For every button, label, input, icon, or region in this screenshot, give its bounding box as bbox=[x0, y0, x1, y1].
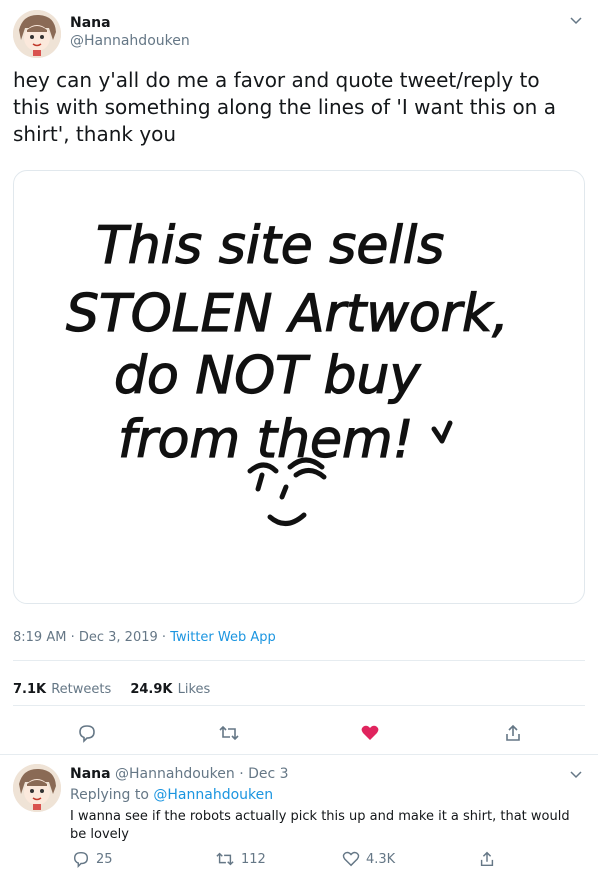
retweet-icon bbox=[216, 852, 234, 866]
separator: · bbox=[239, 766, 244, 782]
heart-icon bbox=[361, 725, 379, 740]
retweet-button[interactable] bbox=[216, 720, 242, 746]
share-icon bbox=[506, 724, 520, 741]
comment-icon bbox=[73, 851, 89, 868]
reply-avatar[interactable] bbox=[13, 764, 61, 812]
author-name[interactable]: Nana bbox=[70, 15, 111, 31]
likes-stat[interactable]: 24.9K Likes bbox=[130, 678, 210, 697]
likes-label: Likes bbox=[177, 682, 211, 697]
tweet-meta: 8:19 AM · Dec 3, 2019 · Twitter Web App bbox=[13, 630, 276, 645]
reply-button[interactable] bbox=[74, 720, 100, 746]
likes-count: 24.9K bbox=[130, 682, 173, 697]
divider bbox=[13, 660, 585, 661]
reply-like-count: 4.3K bbox=[366, 851, 396, 867]
reply-share-button[interactable] bbox=[478, 850, 496, 872]
retweets-count: 7.1K bbox=[13, 682, 47, 697]
tweet-date[interactable]: Dec 3, 2019 bbox=[79, 630, 158, 645]
reply-retweet-count: 112 bbox=[241, 851, 266, 867]
tweet-text: hey can y'all do me a favor and quote tw… bbox=[13, 68, 556, 146]
tweet-time[interactable]: 8:19 AM bbox=[13, 630, 66, 645]
reply-author-name[interactable]: Nana bbox=[70, 766, 111, 782]
reply-like-button[interactable]: 4.3K bbox=[342, 850, 395, 868]
replying-label: Replying to bbox=[70, 787, 149, 803]
tweet-image[interactable]: This site sells STOLEN Artwork, do NOT b… bbox=[13, 170, 585, 604]
divider bbox=[0, 754, 598, 755]
reply-reply-count: 25 bbox=[96, 851, 113, 867]
image-line-2: STOLEN Artwork, bbox=[66, 284, 509, 344]
reply-header: Nana @Hannahdouken · Dec 3 bbox=[70, 766, 289, 782]
image-line-1: This site sells bbox=[96, 216, 444, 276]
heart-outline-icon bbox=[342, 851, 360, 867]
like-button[interactable] bbox=[357, 720, 383, 746]
separator: · bbox=[161, 630, 167, 645]
reply-text: I wanna see if the robots actually pick … bbox=[70, 809, 570, 842]
replying-handle[interactable]: @Hannahdouken bbox=[153, 787, 273, 803]
separator: · bbox=[70, 630, 75, 645]
reply-chevron-down-icon[interactable] bbox=[568, 766, 584, 782]
check-scribble bbox=[431, 420, 453, 444]
reply-retweet-button[interactable]: 112 bbox=[215, 850, 266, 868]
retweets-label: Retweets bbox=[51, 682, 112, 697]
image-line-3: do NOT buy bbox=[114, 346, 421, 406]
share-icon bbox=[480, 851, 494, 867]
replying-to: Replying to @Hannahdouken bbox=[70, 787, 273, 803]
stats-row: 7.1K Retweets 24.9K Likes bbox=[13, 678, 210, 697]
tweet-source[interactable]: Twitter Web App bbox=[170, 630, 276, 645]
author-handle[interactable]: @Hannahdouken bbox=[70, 33, 190, 49]
handwritten-image: This site sells STOLEN Artwork, do NOT b… bbox=[65, 215, 509, 526]
avatar[interactable] bbox=[13, 10, 61, 58]
retweet-icon bbox=[219, 725, 239, 741]
reply-author-handle[interactable]: @Hannahdouken bbox=[115, 766, 235, 782]
image-line-4: from them! bbox=[118, 410, 414, 470]
divider bbox=[13, 705, 585, 706]
chevron-down-icon[interactable] bbox=[568, 12, 584, 28]
reply-date[interactable]: Dec 3 bbox=[248, 766, 288, 782]
retweets-stat[interactable]: 7.1K Retweets bbox=[13, 678, 116, 697]
reply-reply-button[interactable]: 25 bbox=[72, 850, 113, 868]
comment-icon bbox=[79, 725, 95, 743]
share-button[interactable] bbox=[500, 720, 526, 746]
